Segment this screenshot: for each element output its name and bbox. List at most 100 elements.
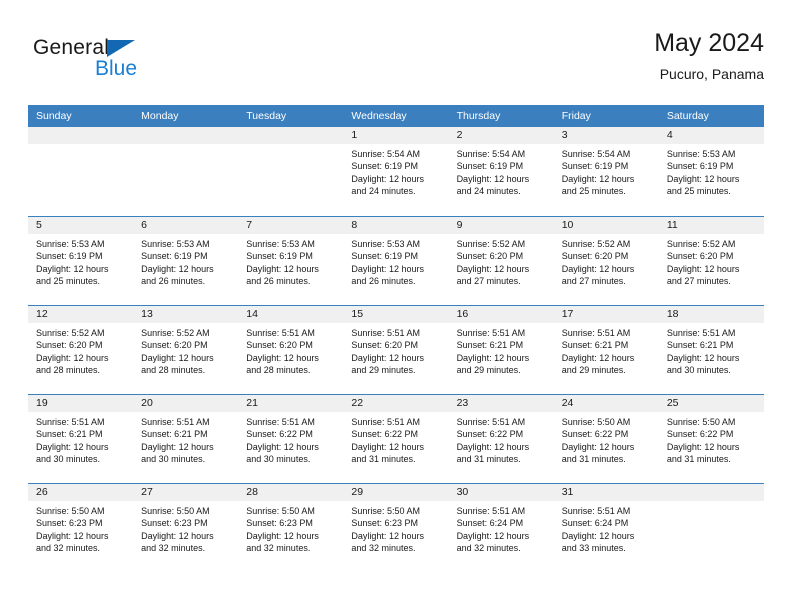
calendar-day-cell[interactable]: 9 Sunrise: 5:52 AM Sunset: 6:20 PM Daylight… — [448, 217, 554, 305]
day-details: Sunrise: 5:51 AM Sunset: 6:21 PM Daylight:… — [659, 323, 764, 377]
day-number — [28, 127, 134, 144]
daylight-text-line1: Daylight: 12 hours — [456, 530, 530, 541]
sunrise-text: Sunrise: 5:51 AM — [246, 328, 315, 338]
daylight-text-line2: and 33 minutes. — [561, 543, 626, 554]
calendar-day-cell[interactable]: 11 Sunrise: 5:52 AM Sunset: 6:20 PM Dayligh… — [658, 217, 764, 305]
sunset-text: Sunset: 6:19 PM — [666, 161, 734, 172]
day-details: Sunrise: 5:50 AM Sunset: 6:23 PM Daylight:… — [133, 501, 238, 555]
daylight-text-line1: Daylight: 12 hours — [666, 173, 740, 184]
sunrise-text: Sunrise: 5:53 AM — [351, 239, 420, 249]
sunset-text: Sunset: 6:20 PM — [351, 340, 418, 351]
daylight-text-line1: Daylight: 12 hours — [561, 530, 635, 541]
sunset-text: Sunset: 6:23 PM — [246, 518, 313, 529]
sunset-text: Sunset: 6:20 PM — [141, 340, 208, 351]
daylight-text-line1: Daylight: 12 hours — [666, 352, 740, 363]
calendar-day-cell[interactable]: 19 Sunrise: 5:51 AM Sunset: 6:21 PM Dayligh… — [28, 395, 134, 483]
calendar-day-cell[interactable]: 20 Sunrise: 5:51 AM Sunset: 6:21 PM Dayligh… — [133, 395, 239, 483]
day-details: Sunrise: 5:51 AM Sunset: 6:21 PM Daylight:… — [554, 323, 659, 377]
calendar-day-cell[interactable]: 6 Sunrise: 5:53 AM Sunset: 6:19 PM Daylight… — [133, 217, 239, 305]
sunset-text: Sunset: 6:21 PM — [141, 429, 208, 440]
calendar-week-row: 19 Sunrise: 5:51 AM Sunset: 6:21 PM Dayligh… — [28, 394, 764, 483]
page-subtitle: Pucuro, Panama — [659, 66, 764, 82]
calendar-day-cell[interactable]: 5 Sunrise: 5:53 AM Sunset: 6:19 PM Daylight… — [28, 217, 134, 305]
day-details: Sunrise: 5:51 AM Sunset: 6:21 PM Daylight:… — [28, 412, 133, 466]
day-number: 14 — [238, 306, 344, 323]
sunset-text: Sunset: 6:19 PM — [351, 161, 418, 172]
sunset-text: Sunset: 6:24 PM — [456, 518, 524, 529]
day-number: 16 — [448, 306, 554, 323]
day-details: Sunrise: 5:51 AM Sunset: 6:21 PM Daylight:… — [133, 412, 238, 466]
day-details: Sunrise: 5:51 AM Sunset: 6:20 PM Daylight:… — [238, 323, 343, 377]
sunrise-text: Sunrise: 5:51 AM — [36, 417, 105, 427]
calendar-day-cell[interactable]: 2 Sunrise: 5:54 AM Sunset: 6:19 PM Daylight… — [448, 127, 554, 216]
calendar-day-cell[interactable]: 31 Sunrise: 5:51 AM Sunset: 6:24 PM Dayligh… — [553, 484, 659, 572]
daylight-text-line1: Daylight: 12 hours — [36, 530, 109, 541]
daylight-text-line2: and 26 minutes. — [246, 276, 311, 287]
calendar-week-row: 5 Sunrise: 5:53 AM Sunset: 6:19 PM Daylight… — [28, 216, 764, 305]
daylight-text-line2: and 32 minutes. — [456, 543, 521, 554]
calendar-day-cell[interactable]: 1 Sunrise: 5:54 AM Sunset: 6:19 PM Daylight… — [343, 127, 449, 216]
daylight-text-line2: and 32 minutes. — [351, 543, 416, 554]
calendar-day-cell[interactable]: 16 Sunrise: 5:51 AM Sunset: 6:21 PM Dayligh… — [448, 306, 554, 394]
calendar-day-cell[interactable]: 29 Sunrise: 5:50 AM Sunset: 6:23 PM Dayligh… — [343, 484, 449, 572]
calendar-day-cell[interactable]: 25 Sunrise: 5:50 AM Sunset: 6:22 PM Dayligh… — [658, 395, 764, 483]
calendar-day-cell[interactable]: 30 Sunrise: 5:51 AM Sunset: 6:24 PM Dayligh… — [448, 484, 554, 572]
sunset-text: Sunset: 6:20 PM — [561, 251, 629, 262]
calendar-weeks: 1 Sunrise: 5:54 AM Sunset: 6:19 PM Daylight… — [28, 127, 764, 572]
calendar-day-cell[interactable]: 24 Sunrise: 5:50 AM Sunset: 6:22 PM Dayligh… — [553, 395, 659, 483]
calendar-day-cell[interactable]: 14 Sunrise: 5:51 AM Sunset: 6:20 PM Dayligh… — [238, 306, 344, 394]
sunset-text: Sunset: 6:22 PM — [666, 429, 734, 440]
day-details: Sunrise: 5:51 AM Sunset: 6:21 PM Daylight:… — [449, 323, 554, 377]
daylight-text-line2: and 29 minutes. — [561, 365, 626, 376]
calendar-day-cell[interactable]: 27 Sunrise: 5:50 AM Sunset: 6:23 PM Dayligh… — [133, 484, 239, 572]
day-details: Sunrise: 5:53 AM Sunset: 6:19 PM Daylight:… — [659, 144, 764, 198]
calendar-day-cell[interactable]: 18 Sunrise: 5:51 AM Sunset: 6:21 PM Dayligh… — [658, 306, 764, 394]
daylight-text-line2: and 31 minutes. — [561, 454, 626, 465]
day-number: 5 — [28, 217, 134, 234]
calendar-day-cell-empty — [658, 484, 764, 572]
daylight-text-line2: and 32 minutes. — [141, 543, 206, 554]
day-number: 12 — [28, 306, 134, 323]
calendar-day-cell[interactable]: 21 Sunrise: 5:51 AM Sunset: 6:22 PM Dayligh… — [238, 395, 344, 483]
daylight-text-line2: and 25 minutes. — [36, 276, 101, 287]
calendar-day-cell-empty — [133, 127, 239, 216]
calendar-day-cell[interactable]: 4 Sunrise: 5:53 AM Sunset: 6:19 PM Daylight… — [658, 127, 764, 216]
daylight-text-line1: Daylight: 12 hours — [561, 173, 635, 184]
calendar-day-cell[interactable]: 3 Sunrise: 5:54 AM Sunset: 6:19 PM Daylight… — [553, 127, 659, 216]
calendar-day-cell[interactable]: 23 Sunrise: 5:51 AM Sunset: 6:22 PM Dayligh… — [448, 395, 554, 483]
calendar-day-cell[interactable]: 8 Sunrise: 5:53 AM Sunset: 6:19 PM Daylight… — [343, 217, 449, 305]
calendar-day-cell[interactable]: 10 Sunrise: 5:52 AM Sunset: 6:20 PM Dayligh… — [553, 217, 659, 305]
daylight-text-line2: and 27 minutes. — [456, 276, 521, 287]
day-number: 28 — [238, 484, 344, 501]
daylight-text-line2: and 24 minutes. — [456, 186, 521, 197]
calendar-day-cell[interactable]: 12 Sunrise: 5:52 AM Sunset: 6:20 PM Dayligh… — [28, 306, 134, 394]
daylight-text-line1: Daylight: 12 hours — [141, 441, 214, 452]
brand-logo[interactable]: General Blue — [33, 36, 233, 92]
sunrise-text: Sunrise: 5:51 AM — [666, 328, 736, 338]
sunrise-text: Sunrise: 5:53 AM — [141, 239, 210, 249]
calendar-day-cell[interactable]: 7 Sunrise: 5:53 AM Sunset: 6:19 PM Daylight… — [238, 217, 344, 305]
calendar-day-cell[interactable]: 22 Sunrise: 5:51 AM Sunset: 6:22 PM Dayligh… — [343, 395, 449, 483]
sunrise-text: Sunrise: 5:54 AM — [351, 149, 420, 159]
calendar-day-cell[interactable]: 15 Sunrise: 5:51 AM Sunset: 6:20 PM Dayligh… — [343, 306, 449, 394]
sunrise-text: Sunrise: 5:50 AM — [666, 417, 736, 427]
daylight-text-line1: Daylight: 12 hours — [246, 441, 319, 452]
day-number: 29 — [343, 484, 449, 501]
calendar-day-cell[interactable]: 17 Sunrise: 5:51 AM Sunset: 6:21 PM Dayligh… — [553, 306, 659, 394]
sunset-text: Sunset: 6:20 PM — [36, 340, 103, 351]
calendar-day-cell[interactable]: 28 Sunrise: 5:50 AM Sunset: 6:23 PM Dayligh… — [238, 484, 344, 572]
sunset-text: Sunset: 6:19 PM — [351, 251, 418, 262]
daylight-text-line1: Daylight: 12 hours — [246, 263, 319, 274]
daylight-text-line1: Daylight: 12 hours — [36, 263, 109, 274]
day-number: 22 — [343, 395, 449, 412]
daylight-text-line2: and 27 minutes. — [561, 276, 626, 287]
sunrise-text: Sunrise: 5:51 AM — [456, 417, 526, 427]
calendar-day-cell[interactable]: 13 Sunrise: 5:52 AM Sunset: 6:20 PM Dayligh… — [133, 306, 239, 394]
calendar-day-cell[interactable]: 26 Sunrise: 5:50 AM Sunset: 6:23 PM Dayligh… — [28, 484, 134, 572]
day-number: 18 — [658, 306, 764, 323]
daylight-text-line1: Daylight: 12 hours — [666, 263, 740, 274]
daylight-text-line2: and 28 minutes. — [36, 365, 101, 376]
daylight-text-line2: and 32 minutes. — [246, 543, 311, 554]
sunrise-text: Sunrise: 5:50 AM — [561, 417, 631, 427]
daylight-text-line2: and 31 minutes. — [351, 454, 416, 465]
